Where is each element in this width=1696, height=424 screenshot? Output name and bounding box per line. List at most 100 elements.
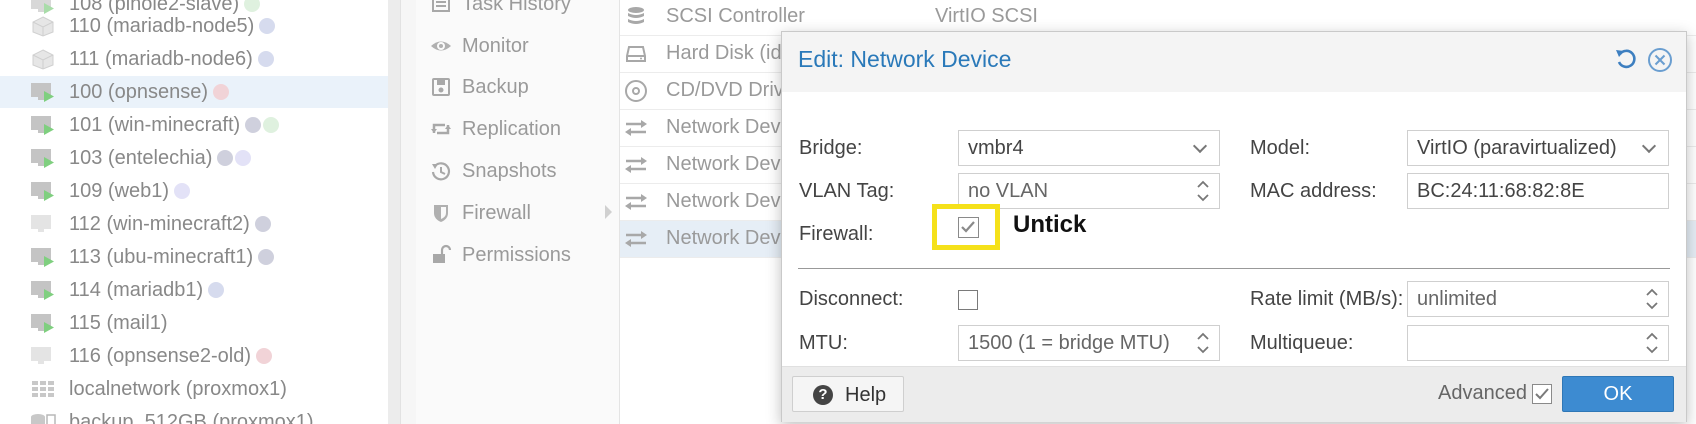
vm-running-icon bbox=[31, 182, 54, 201]
eye-icon bbox=[431, 41, 451, 51]
mac-address-label: MAC address: bbox=[1250, 180, 1377, 202]
tree-item-label: 100 (opnsense) bbox=[69, 80, 208, 103]
nav-replication[interactable]: Replication bbox=[416, 109, 620, 149]
submenu-arrow-icon[interactable] bbox=[605, 205, 612, 219]
panel-splitter[interactable] bbox=[388, 0, 400, 424]
tree-item-ct-111[interactable]: 111 (mariadb-node6) bbox=[0, 43, 388, 75]
vm-running-icon bbox=[31, 248, 54, 267]
tree-item-vm-109[interactable]: 109 (web1) bbox=[0, 175, 388, 207]
tree-item-localnetwork[interactable]: localnetwork (proxmox1) bbox=[0, 373, 388, 405]
spinner-arrows-icon[interactable] bbox=[1644, 330, 1660, 356]
nav-backup[interactable]: Backup bbox=[416, 67, 620, 107]
spinner-arrows-icon[interactable] bbox=[1644, 286, 1660, 312]
multiqueue-label: Multiqueue: bbox=[1250, 332, 1354, 354]
exchange-icon bbox=[625, 194, 647, 210]
close-icon[interactable] bbox=[1647, 47, 1673, 73]
hardware-name: Network Devi bbox=[666, 190, 785, 212]
section-divider bbox=[798, 268, 1670, 269]
model-select[interactable]: VirtIO (paravirtualized) bbox=[1407, 130, 1669, 166]
tree-item-vm-103[interactable]: 103 (entelechia) bbox=[0, 142, 388, 174]
vm-running-icon bbox=[31, 314, 54, 333]
mac-address-value: BC:24:11:68:82:8E bbox=[1417, 180, 1585, 202]
panel-divider bbox=[400, 0, 416, 424]
tree-item-label: 116 (opnsense2-old) bbox=[69, 344, 251, 367]
status-tag bbox=[257, 50, 274, 67]
nav-firewall[interactable]: Firewall bbox=[416, 193, 620, 233]
help-button-label: Help bbox=[845, 384, 887, 406]
tree-item-ct-110[interactable]: 110 (mariadb-node5) bbox=[0, 10, 388, 42]
exchange-icon bbox=[625, 157, 647, 173]
rate-limit-spinner[interactable]: unlimited bbox=[1407, 281, 1669, 317]
tree-item-label: 111 (mariadb-node6) bbox=[69, 47, 253, 70]
chevron-down-icon[interactable] bbox=[1192, 138, 1208, 154]
mtu-spinner[interactable]: 1500 (1 = bridge MTU) bbox=[958, 325, 1220, 361]
tree-item-label: 113 (ubu-minecraft1) bbox=[69, 245, 254, 268]
firewall-checkbox[interactable] bbox=[958, 217, 979, 238]
nav-label: Monitor bbox=[462, 34, 529, 57]
retweet-icon bbox=[431, 123, 451, 135]
status-tag bbox=[254, 215, 271, 232]
edit-network-device-dialog: Edit: Network Device Bridge: vmbr4 VLAN … bbox=[781, 31, 1687, 422]
tree-item-vm-101[interactable]: 101 (win-minecraft) bbox=[0, 109, 388, 141]
disconnect-checkbox[interactable] bbox=[958, 290, 978, 310]
tree-item-vm-100[interactable]: 100 (opnsense) bbox=[0, 76, 388, 108]
ok-button[interactable]: OK bbox=[1562, 376, 1674, 412]
hardware-name: Network Devi bbox=[666, 227, 785, 249]
tree-item-label: 103 (entelechia) bbox=[69, 146, 213, 169]
hardware-name: Network Devi bbox=[666, 116, 785, 138]
vm-nav-menu: Task History Monitor Backup Replication … bbox=[416, 0, 620, 424]
tree-item-vm-112[interactable]: 112 (win-minecraft2) bbox=[0, 208, 388, 240]
annotation-label: Untick bbox=[1013, 211, 1087, 238]
status-tag bbox=[217, 149, 234, 166]
nav-permissions[interactable]: Permissions bbox=[416, 235, 620, 275]
vm-stopped-icon bbox=[31, 347, 51, 364]
tree-item-vm-115[interactable]: 115 (mail1) bbox=[0, 307, 388, 339]
exchange-icon bbox=[625, 120, 647, 136]
status-tag bbox=[208, 281, 225, 298]
status-tag bbox=[174, 182, 191, 199]
tree-item-label: 114 (mariadb1) bbox=[69, 278, 204, 301]
shield-icon bbox=[434, 205, 448, 222]
chevron-down-icon[interactable] bbox=[1641, 138, 1657, 154]
network-grid-icon bbox=[32, 381, 54, 397]
nav-monitor[interactable]: Monitor bbox=[416, 26, 620, 66]
bridge-select[interactable]: vmbr4 bbox=[958, 130, 1220, 166]
mac-address-field[interactable]: BC:24:11:68:82:8E bbox=[1407, 173, 1669, 209]
vm-running-icon bbox=[31, 83, 54, 102]
help-button[interactable]: ? Help bbox=[792, 376, 904, 412]
tree-item-storage[interactable]: backup_512GB (proxmox1) bbox=[0, 406, 388, 424]
hardware-name: Network Devi bbox=[666, 153, 785, 175]
status-tag bbox=[235, 149, 252, 166]
spinner-arrows-icon[interactable] bbox=[1195, 178, 1211, 204]
vm-running-icon bbox=[31, 149, 54, 168]
floppy-icon bbox=[432, 78, 450, 96]
nav-label: Firewall bbox=[462, 201, 531, 224]
checkmark-icon bbox=[1535, 388, 1549, 400]
advanced-checkbox[interactable] bbox=[1532, 384, 1552, 404]
storage-icon bbox=[31, 414, 56, 424]
history-icon bbox=[431, 162, 451, 181]
container-icon bbox=[32, 49, 54, 70]
nav-snapshots[interactable]: Snapshots bbox=[416, 151, 620, 191]
model-label: Model: bbox=[1250, 137, 1311, 159]
checkmark-icon bbox=[961, 221, 975, 233]
mtu-label: MTU: bbox=[799, 332, 848, 354]
firewall-label: Firewall: bbox=[799, 223, 874, 245]
hdd-icon bbox=[626, 46, 646, 62]
dialog-body: Bridge: vmbr4 VLAN Tag: no VLAN Firewall… bbox=[782, 92, 1686, 395]
vm-stopped-icon bbox=[31, 215, 51, 232]
reset-icon[interactable] bbox=[1614, 47, 1638, 71]
disc-icon bbox=[625, 80, 647, 102]
tree-item-vm-113[interactable]: 113 (ubu-minecraft1) bbox=[0, 241, 388, 273]
dialog-title: Edit: Network Device bbox=[798, 46, 1012, 72]
nav-label: Task History bbox=[462, 0, 571, 15]
tree-item-label: 101 (win-minecraft) bbox=[69, 113, 241, 136]
nav-task-history[interactable]: Task History bbox=[416, 0, 620, 24]
spinner-arrows-icon[interactable] bbox=[1195, 330, 1211, 356]
multiqueue-spinner[interactable] bbox=[1407, 325, 1669, 361]
status-tag bbox=[245, 116, 262, 133]
tree-item-vm-114[interactable]: 114 (mariadb1) bbox=[0, 274, 388, 306]
exchange-icon bbox=[625, 231, 647, 247]
tree-item-vm-116[interactable]: 116 (opnsense2-old) bbox=[0, 340, 388, 372]
hardware-value: VirtIO SCSI bbox=[935, 5, 1038, 27]
